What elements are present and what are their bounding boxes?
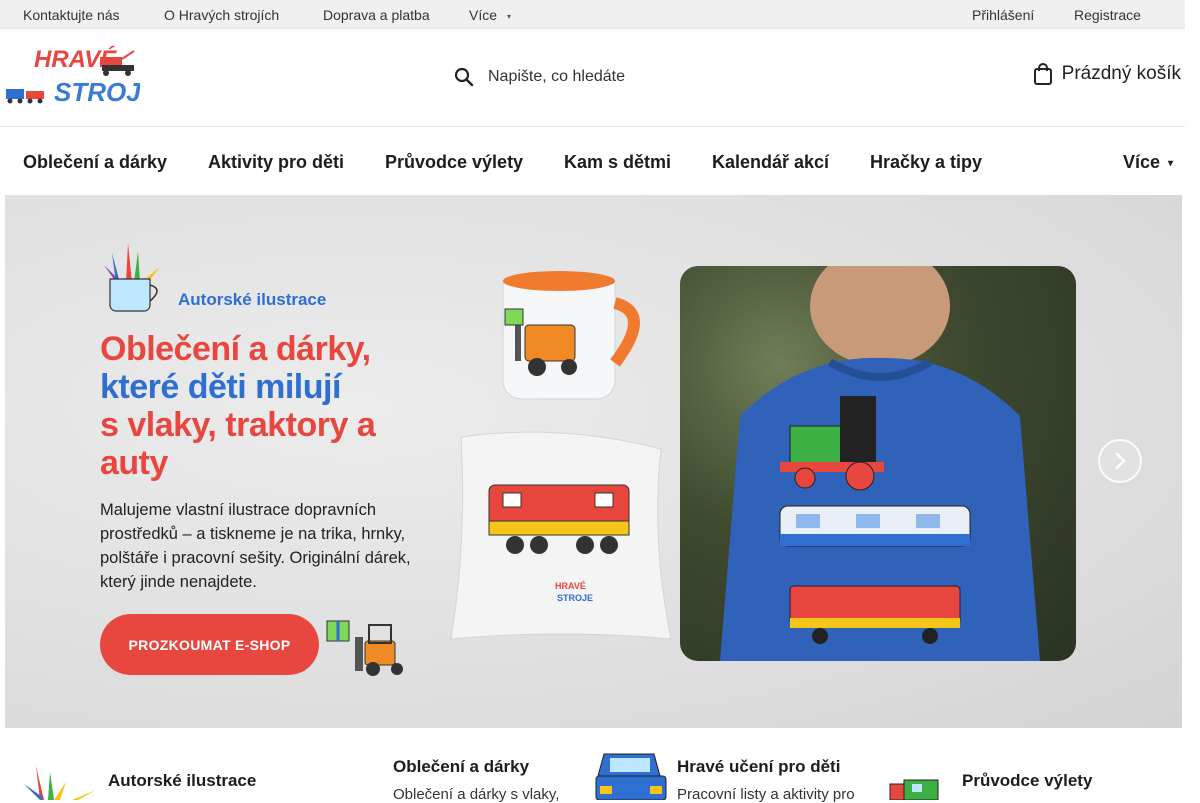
chevron-down-icon: ▾ — [1168, 157, 1174, 169]
topbar-more-label: Více — [469, 7, 498, 23]
forklift-gift-illustration — [326, 620, 403, 676]
pencil-cup-icon — [24, 766, 96, 800]
carousel-next-button[interactable] — [1098, 439, 1142, 483]
mug-illustration — [502, 271, 640, 400]
hero-headline-line-4: auty — [100, 444, 168, 482]
train-icon — [6, 89, 44, 104]
nav-more-label: Více — [1123, 152, 1161, 172]
hero-illustrations-label: Autorské ilustrace — [178, 290, 327, 309]
cart-label: Prázdný košík — [1061, 63, 1181, 84]
hero-subtext: Malujeme vlastní ilustrace dopravních pr… — [100, 501, 411, 591]
tshirt-illustration — [720, 266, 1040, 661]
nav-item-trip-guide[interactable]: Průvodce výlety — [385, 152, 523, 173]
nav-item-events-calendar[interactable]: Kalendář akcí — [712, 152, 829, 173]
topbar-about-link[interactable]: O Hravých strojích — [164, 7, 279, 23]
top-utility-bar: Kontaktujte nás O Hravých strojích Dopra… — [0, 0, 1185, 29]
cart-button[interactable]: Prázdný košík — [1033, 63, 1181, 85]
search-icon[interactable] — [452, 65, 476, 89]
pencil-cup-icon — [104, 243, 160, 312]
shopping-bag-icon — [1033, 63, 1052, 85]
train-icon — [889, 779, 939, 800]
topbar-contact-link[interactable]: Kontaktujte nás — [23, 7, 120, 23]
nav-item-where-with-kids[interactable]: Kam s dětmi — [564, 152, 671, 173]
hero-headline-line-3: s vlaky, traktory a — [100, 406, 376, 444]
chevron-down-icon: ▾ — [507, 11, 512, 21]
feature-title-clothing[interactable]: Oblečení a dárky — [393, 757, 529, 777]
site-header: HRAVÉ STROJE Prázdný košík — [0, 29, 1185, 127]
nav-item-toys-tips[interactable]: Hračky a tipy — [870, 152, 982, 173]
topbar-more-menu[interactable]: Více ▾ — [469, 7, 511, 23]
blue-train-icon — [779, 505, 971, 547]
site-logo[interactable]: HRAVÉ STROJE — [4, 43, 140, 105]
main-navigation: Oblečení a dárky Aktivity pro děti Průvo… — [0, 127, 1185, 195]
nav-item-clothing-gifts[interactable]: Oblečení a dárky — [23, 152, 167, 173]
nav-item-activities[interactable]: Aktivity pro děti — [208, 152, 344, 173]
feature-strip: Autorské ilustrace Oblečení a dárky Oble… — [0, 728, 1200, 803]
pillow-logo-top: HRAVÉ — [555, 581, 586, 591]
arrow-right-icon — [1115, 452, 1126, 470]
hero-headline-line-1: Oblečení a dárky, — [100, 330, 371, 368]
hero-banner[interactable]: Autorské ilustrace Oblečení a dárky, kte… — [5, 195, 1182, 728]
explore-eshop-button[interactable]: PROZKOUMAT E-SHOP — [100, 614, 319, 675]
feature-title-learning[interactable]: Hravé učení pro děti — [677, 757, 840, 777]
nav-more-menu[interactable]: Více ▾ — [1123, 152, 1173, 173]
feature-title-trip-guide[interactable]: Průvodce výlety — [962, 771, 1092, 791]
tshirt-photo — [680, 266, 1076, 661]
hero-headline: Oblečení a dárky, které děti milují s vl… — [100, 330, 460, 482]
login-link[interactable]: Přihlášení — [972, 7, 1034, 23]
pillow-logo-bottom: STROJE — [557, 593, 593, 603]
search-bar[interactable] — [450, 59, 770, 95]
hero-headline-line-2: které děti milují — [100, 368, 341, 406]
feature-title-illustrations[interactable]: Autorské ilustrace — [108, 771, 256, 791]
car-icon — [595, 753, 667, 800]
register-link[interactable]: Registrace — [1074, 7, 1141, 23]
feature-desc-learning: Pracovní listy a aktivity pro — [677, 786, 855, 803]
search-input[interactable] — [488, 68, 748, 86]
topbar-shipping-link[interactable]: Doprava a platba — [323, 7, 430, 23]
logo-text-bottom: STROJE — [54, 77, 140, 105]
feature-desc-clothing: Oblečení a dárky s vlaky, — [393, 786, 560, 803]
pillow-illustration: HRAVÉ STROJE — [450, 431, 672, 640]
